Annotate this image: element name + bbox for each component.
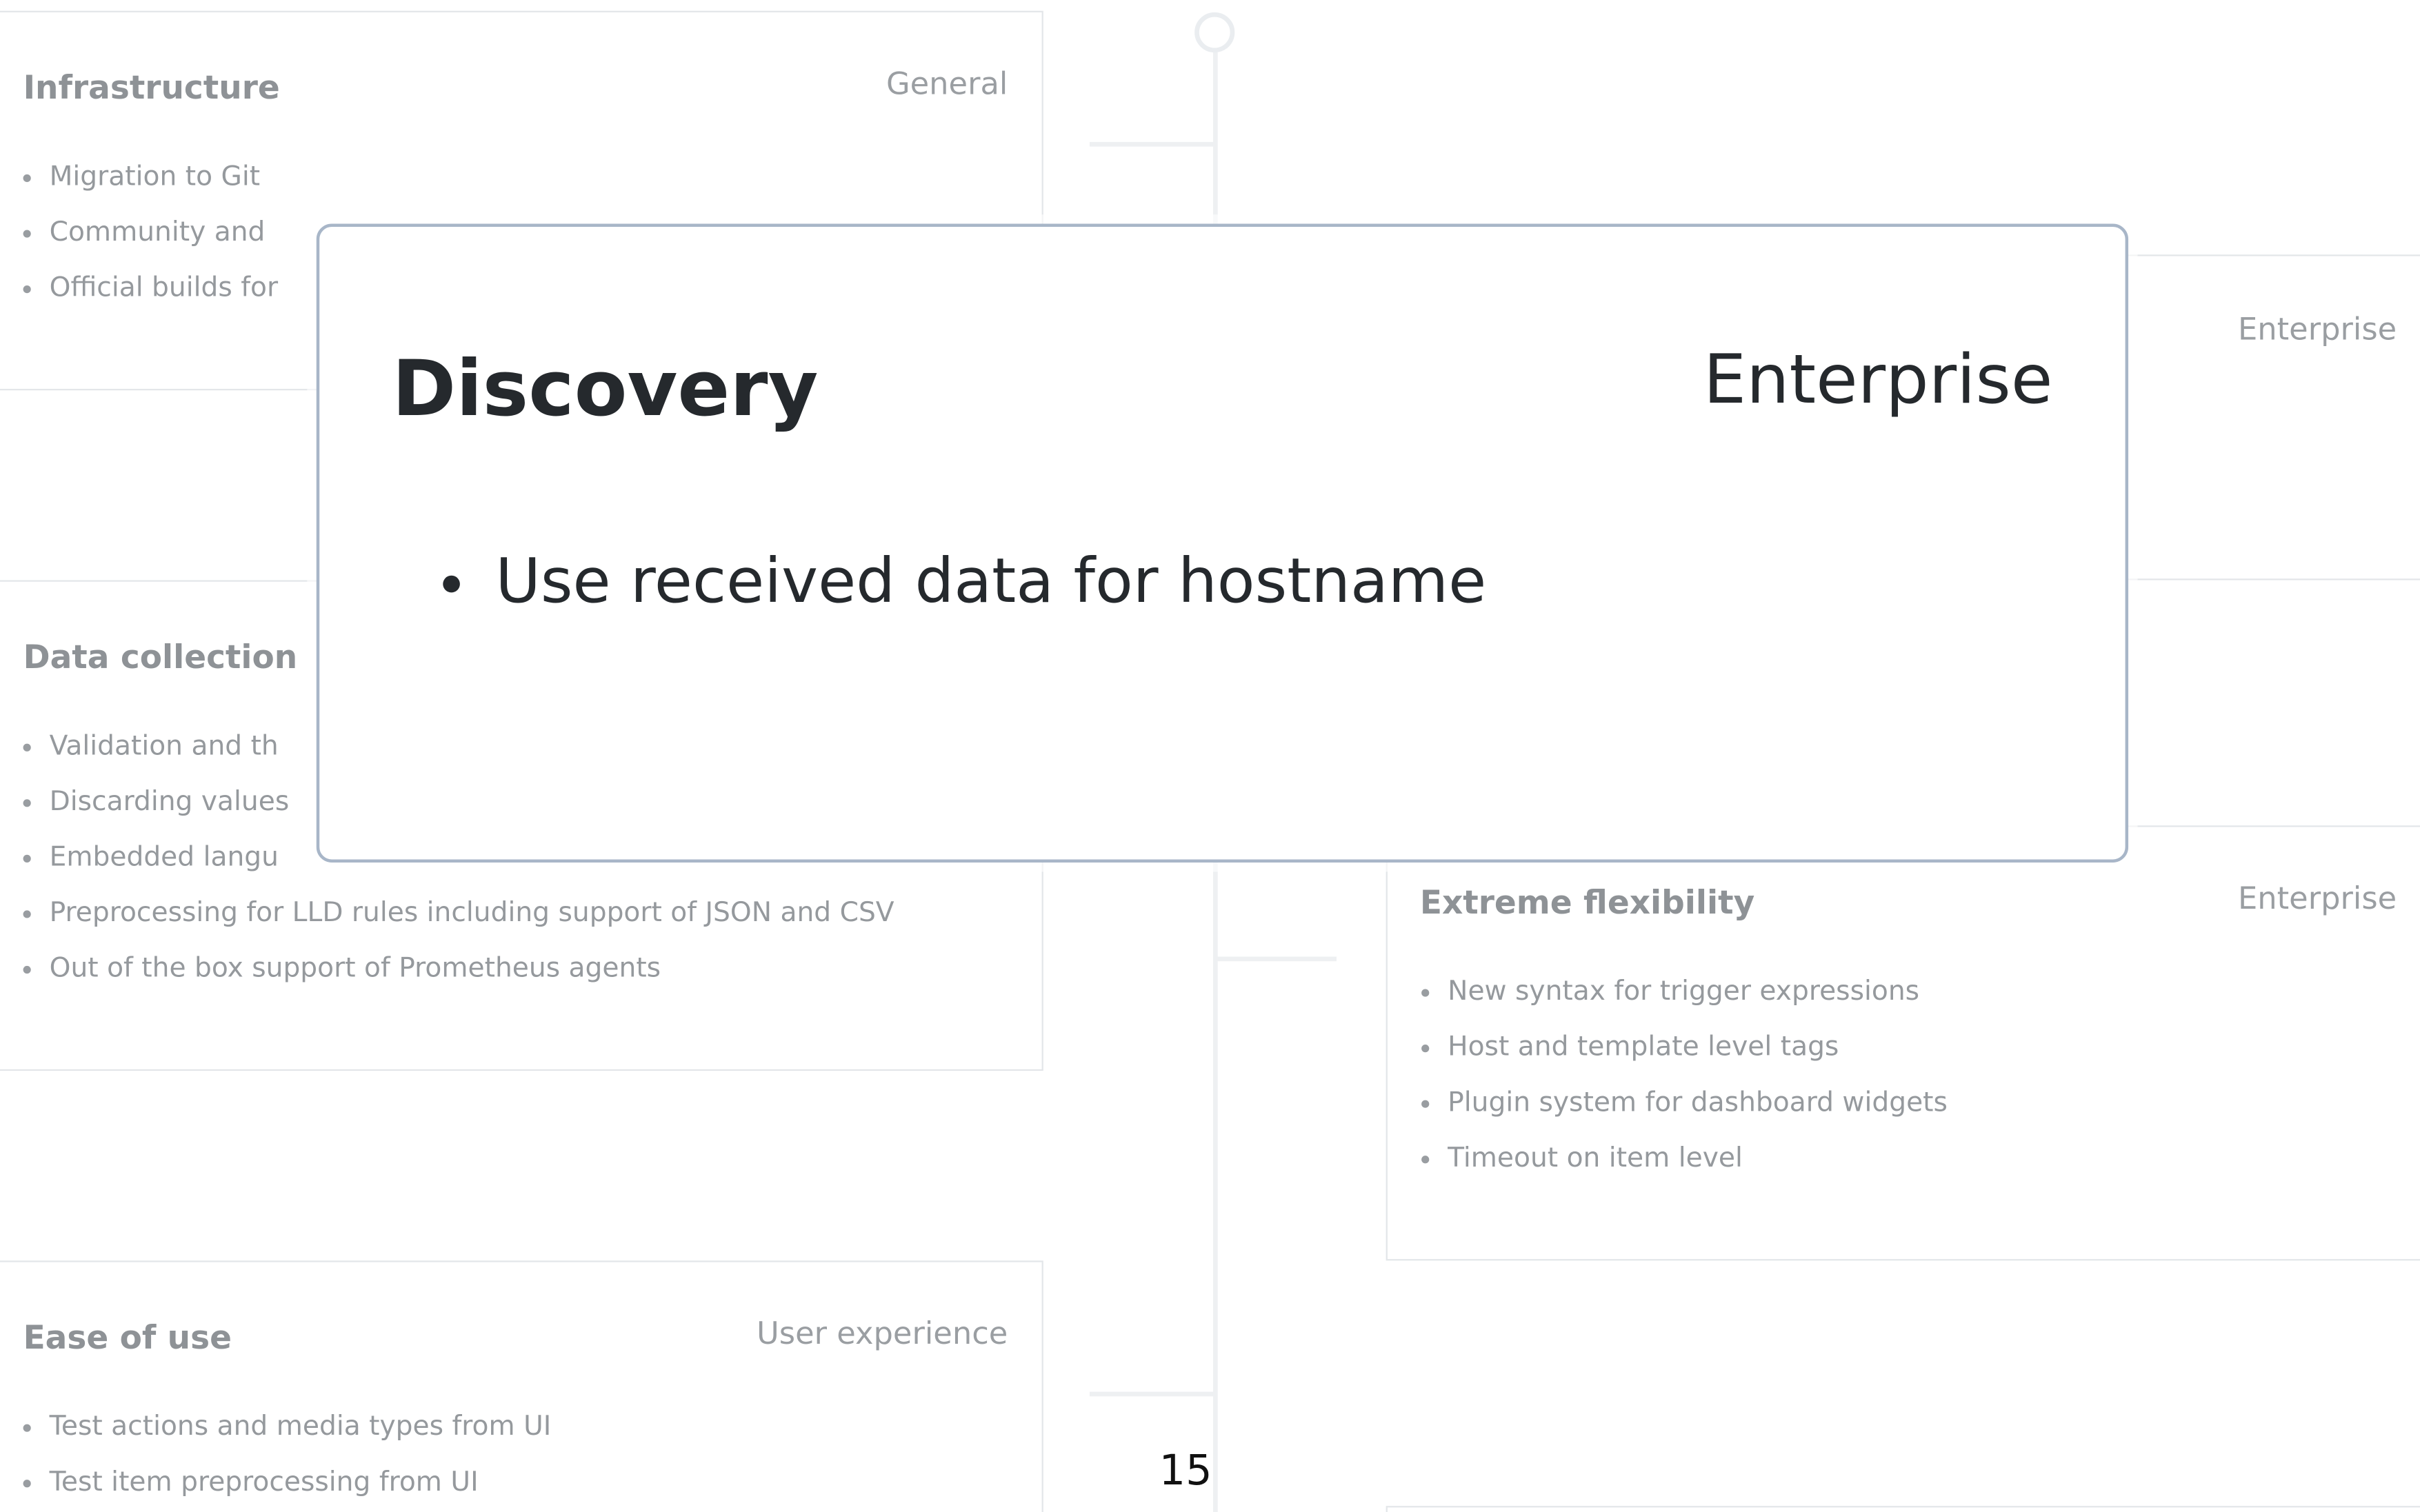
card-items: Test actions and media types from UI Tes… xyxy=(1,1410,551,1512)
list-item-text: Official builds for xyxy=(49,273,279,304)
list-item: Community and xyxy=(1,216,278,272)
page-number: 15 xyxy=(1159,1447,1212,1495)
modal-title: Discovery xyxy=(392,344,819,434)
card-items: New syntax for trigger expressions Host … xyxy=(1400,975,1948,1197)
card-title: Data collection xyxy=(23,638,298,676)
bullet-icon xyxy=(443,575,460,593)
list-item: Test actions and media types from UI xyxy=(1,1410,551,1466)
bullet-icon xyxy=(23,799,31,807)
card-title: Infrastructure xyxy=(23,69,280,107)
list-item-text: Host and template level tags xyxy=(1448,1032,1839,1063)
card-tag: General xyxy=(886,64,1008,102)
modal-items: Use received data for hostname xyxy=(319,538,1486,625)
list-item-text: Validation and th xyxy=(49,731,279,763)
bullet-icon xyxy=(23,910,31,918)
card-top-right[interactable]: Enterprise xyxy=(2117,254,2420,581)
card-ease-of-use[interactable]: Ease of use User experience Test actions… xyxy=(0,1260,1043,1512)
list-item-text: Community and xyxy=(49,217,266,249)
bullet-icon xyxy=(23,854,31,863)
bullet-icon xyxy=(1421,1100,1430,1108)
list-item-text: Out of the box support of Prometheus age… xyxy=(49,954,661,985)
list-item: Out of the box support of Prometheus age… xyxy=(1,952,894,1008)
bullet-icon xyxy=(23,965,31,974)
discovery-card-expanded[interactable]: Discovery Enterprise Use received data f… xyxy=(316,223,2129,863)
bullet-icon xyxy=(1421,989,1430,997)
list-item: Host and template level tags xyxy=(1400,1031,1948,1087)
card-tag: Enterprise xyxy=(2237,310,2397,347)
list-item-text: Plugin system for dashboard widgets xyxy=(1448,1087,1948,1119)
list-item-text: Use received data for hostname xyxy=(495,546,1487,618)
bullet-icon xyxy=(23,285,31,294)
timeline-node xyxy=(1194,12,1235,53)
list-item-text: Embedded langu xyxy=(49,842,279,874)
bullet-icon xyxy=(1421,1045,1430,1053)
list-item-text: Discarding values xyxy=(49,787,290,818)
card-tag: Enterprise xyxy=(2237,879,2397,917)
card-title: Extreme flexibility xyxy=(1419,884,1755,922)
timeline-connector xyxy=(1089,1391,1217,1397)
bullet-icon xyxy=(23,1424,31,1432)
bullet-icon xyxy=(23,743,31,752)
list-item: Test item preprocessing from UI xyxy=(1,1466,551,1512)
bullet-icon xyxy=(23,174,31,183)
list-item-text: New syntax for trigger expressions xyxy=(1448,976,1920,1008)
slide: Infrastructure General Migration to Git … xyxy=(0,0,2420,1512)
list-item-text: Test item preprocessing from UI xyxy=(49,1467,479,1499)
list-item-text: Timeout on item level xyxy=(1448,1143,1743,1175)
list-item: Use received data for hostname xyxy=(319,538,1486,625)
list-item: Preprocessing for LLD rules including su… xyxy=(1,896,894,952)
card-items: Migration to Git Community and Official … xyxy=(1,161,278,327)
list-item-text: Test actions and media types from UI xyxy=(49,1411,552,1443)
card-title: Ease of use xyxy=(23,1319,232,1357)
modal-tag: Enterprise xyxy=(1703,341,2053,420)
card-extreme-flexibility[interactable]: Extreme flexibility Enterprise New synta… xyxy=(1386,825,2420,1261)
list-item: Timeout on item level xyxy=(1400,1142,1948,1198)
list-item-text: Migration to Git xyxy=(49,161,261,193)
bullet-icon xyxy=(23,230,31,238)
timeline-connector xyxy=(1216,956,1337,962)
list-item: New syntax for trigger expressions xyxy=(1400,975,1948,1031)
list-item: Plugin system for dashboard widgets xyxy=(1400,1086,1948,1142)
list-item: Official builds for xyxy=(1,272,278,327)
card-bottom-right[interactable] xyxy=(1386,1506,2420,1512)
bullet-icon xyxy=(23,1480,31,1488)
bullet-icon xyxy=(1421,1156,1430,1164)
card-tag: User experience xyxy=(757,1314,1008,1352)
timeline-connector xyxy=(1089,141,1217,147)
list-item: Migration to Git xyxy=(1,161,278,216)
list-item-text: Preprocessing for LLD rules including su… xyxy=(49,898,894,929)
